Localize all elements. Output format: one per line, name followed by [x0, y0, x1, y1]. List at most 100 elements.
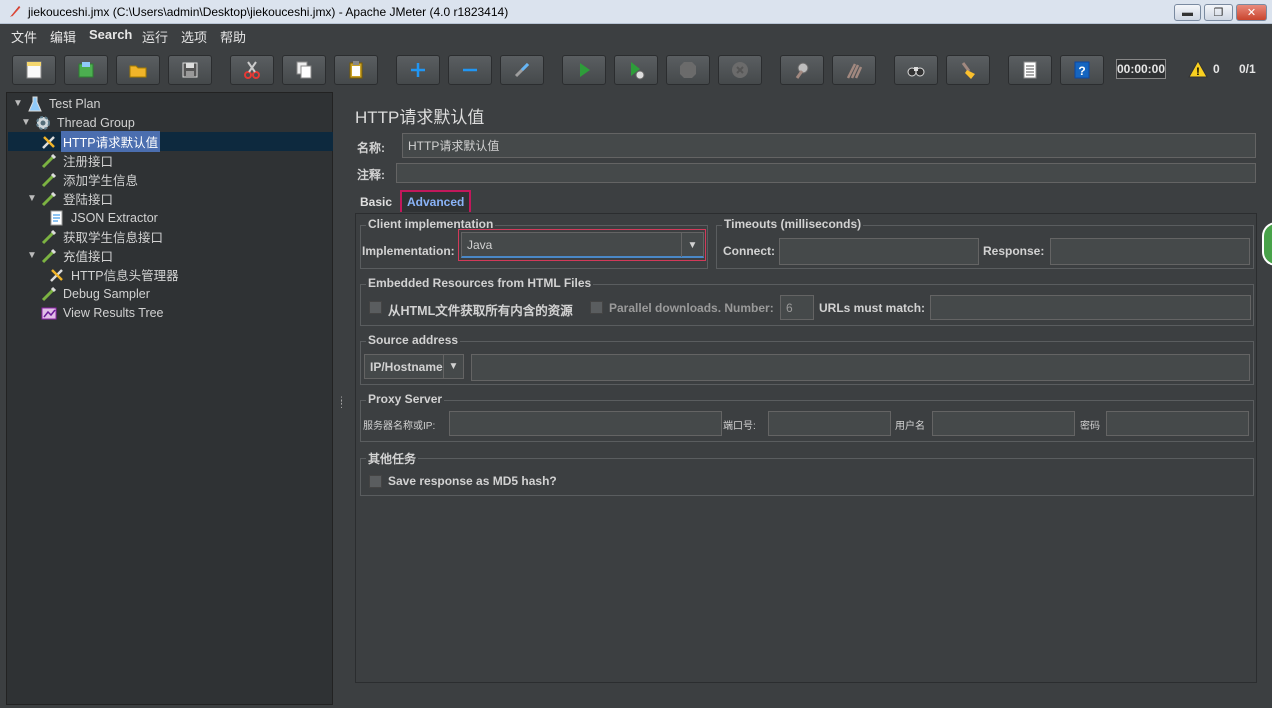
- copy-button[interactable]: [282, 55, 326, 85]
- results-chart-icon: [41, 307, 57, 319]
- tree-node-label: 充值接口: [63, 250, 114, 264]
- warning-count: 0: [1213, 62, 1220, 76]
- tree-node-thread-group[interactable]: ▼ Thread Group: [21, 113, 137, 132]
- tree-node-label: Debug Sampler: [63, 286, 150, 301]
- tree-node-login-api[interactable]: ▼ 登陆接口: [27, 189, 115, 208]
- wrench-icon: [42, 135, 55, 149]
- templates-icon: [78, 62, 94, 78]
- start-no-timers-button[interactable]: [614, 55, 658, 85]
- restore-button[interactable]: ❐: [1204, 4, 1233, 21]
- comment-field[interactable]: [396, 163, 1256, 183]
- implementation-value: Java: [467, 237, 493, 252]
- tree-node-http-defaults[interactable]: HTTP请求默认值: [40, 131, 161, 152]
- proxy-server-label: 服务器名称或IP:: [363, 421, 436, 432]
- connect-label: Connect:: [723, 244, 775, 258]
- open-folder-icon: [129, 65, 147, 78]
- md5-hash-label: Save response as MD5 hash?: [388, 474, 557, 488]
- proxy-server-input[interactable]: [449, 411, 722, 436]
- templates-button[interactable]: [64, 55, 108, 85]
- pipette-icon: [41, 248, 57, 263]
- connect-timeout-input[interactable]: [779, 238, 979, 265]
- parallel-downloads-label: Parallel downloads. Number:: [609, 301, 774, 315]
- tree-node-header-manager[interactable]: HTTP信息头管理器: [48, 265, 181, 284]
- group-title: Proxy Server: [366, 392, 445, 406]
- new-button[interactable]: [12, 55, 56, 85]
- menu-search[interactable]: Search: [89, 27, 132, 42]
- parallel-downloads-checkbox[interactable]: [590, 301, 603, 314]
- proxy-port-input[interactable]: [768, 411, 891, 436]
- clear-button[interactable]: [780, 55, 824, 85]
- save-button[interactable]: [168, 55, 212, 85]
- tree-node-get-student[interactable]: 获取学生信息接口: [40, 227, 165, 246]
- expand-arrow-icon[interactable]: ▼: [27, 250, 37, 261]
- proxy-username-input[interactable]: [932, 411, 1075, 436]
- menu-edit[interactable]: 编辑: [50, 27, 76, 46]
- tree-node-register-api[interactable]: 注册接口: [40, 151, 115, 170]
- shutdown-icon: [732, 62, 748, 78]
- clear-all-button[interactable]: [832, 55, 876, 85]
- name-field[interactable]: HTTP请求默认值: [402, 133, 1256, 158]
- response-timeout-input[interactable]: [1050, 238, 1250, 265]
- clipboard-icon: [349, 61, 363, 79]
- paste-button[interactable]: [334, 55, 378, 85]
- cut-button[interactable]: [230, 55, 274, 85]
- broom-gear-icon: [795, 62, 809, 79]
- pane-splitter[interactable]: ⋮ ⋮: [333, 92, 346, 705]
- response-label: Response:: [983, 244, 1045, 258]
- source-address-input[interactable]: [471, 354, 1250, 381]
- close-button[interactable]: ✕: [1236, 4, 1267, 21]
- broom-all-icon: [846, 63, 863, 79]
- binoculars-icon: [907, 67, 925, 77]
- minimize-button[interactable]: ▬: [1174, 4, 1201, 21]
- tree-node-label: HTTP信息头管理器: [71, 269, 179, 283]
- menu-run[interactable]: 运行: [142, 27, 168, 46]
- implementation-select[interactable]: Java ▼: [461, 232, 704, 258]
- retrieve-resources-checkbox[interactable]: [369, 301, 382, 314]
- expand-arrow-icon[interactable]: ▼: [21, 117, 31, 128]
- toolbar: ? 00:00:00 ! 0 0/1: [0, 46, 1272, 92]
- help-button[interactable]: ?: [1060, 55, 1104, 85]
- embedded-resources-group: Embedded Resources from HTML Files 从HTML…: [360, 276, 1254, 326]
- reset-search-button[interactable]: [946, 55, 990, 85]
- parallel-number-input[interactable]: 6: [780, 295, 814, 320]
- plus-icon: [411, 63, 425, 77]
- expand-button[interactable]: [396, 55, 440, 85]
- advanced-tab-content: Client implementation Implementation: Ja…: [355, 213, 1257, 683]
- pipette-icon: [41, 229, 57, 244]
- tree-node-test-plan[interactable]: ▼ Test Plan: [13, 94, 102, 113]
- shutdown-button[interactable]: [718, 55, 762, 85]
- tab-advanced[interactable]: Advanced: [400, 190, 472, 212]
- tree-node-add-student[interactable]: 添加学生信息: [40, 170, 140, 189]
- expand-arrow-icon[interactable]: ▼: [27, 193, 37, 204]
- tab-basic[interactable]: Basic: [355, 191, 397, 213]
- urls-must-match-input[interactable]: [930, 295, 1251, 320]
- expand-arrow-icon[interactable]: ▼: [13, 98, 23, 109]
- warnings-indicator[interactable]: ! 0: [1188, 60, 1220, 78]
- tree-node-json-extractor[interactable]: JSON Extractor: [48, 208, 160, 227]
- proxy-password-input[interactable]: [1106, 411, 1249, 436]
- search-button[interactable]: [894, 55, 938, 85]
- timeouts-group: Timeouts (milliseconds) Connect: Respons…: [716, 217, 1254, 269]
- floating-action-button[interactable]: [1262, 222, 1272, 266]
- menu-help[interactable]: 帮助: [220, 27, 246, 46]
- stop-button[interactable]: [666, 55, 710, 85]
- start-button[interactable]: [562, 55, 606, 85]
- chevron-down-icon: ▼: [681, 233, 703, 257]
- open-button[interactable]: [116, 55, 160, 85]
- source-type-select[interactable]: IP/Hostname ▼: [364, 354, 464, 379]
- tree-node-recharge-api[interactable]: ▼ 充值接口: [27, 246, 115, 265]
- chevron-down-icon: ▼: [443, 355, 463, 378]
- wrench-icon: [50, 268, 63, 282]
- function-helper-button[interactable]: [1008, 55, 1052, 85]
- menu-options[interactable]: 选项: [181, 27, 207, 46]
- tree-node-view-results-tree[interactable]: View Results Tree: [40, 303, 166, 322]
- md5-hash-checkbox[interactable]: [369, 475, 382, 488]
- toggle-button[interactable]: [500, 55, 544, 85]
- collapse-button[interactable]: [448, 55, 492, 85]
- tree-node-label: 获取学生信息接口: [63, 231, 164, 245]
- window-title: jiekouceshi.jmx (C:\Users\admin\Desktop\…: [28, 5, 509, 19]
- pipette-icon: [41, 153, 57, 168]
- proxy-server-group: Proxy Server 服务器名称或IP: 端口号: 用户名 密码: [360, 392, 1254, 442]
- menu-file[interactable]: 文件: [11, 27, 37, 46]
- tree-node-debug-sampler[interactable]: Debug Sampler: [40, 284, 152, 303]
